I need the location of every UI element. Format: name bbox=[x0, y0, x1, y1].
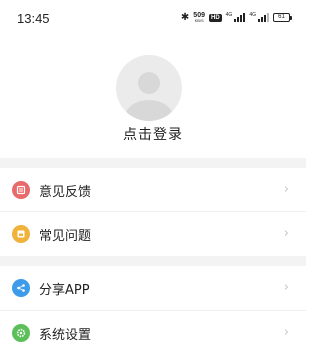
network-speed: 509 KB/S bbox=[193, 12, 205, 23]
status-bar: 13:45 ✱ 509 KB/S HD 4G 4G 61 bbox=[0, 0, 306, 36]
menu-item-settings[interactable]: 系统设置 › bbox=[0, 311, 306, 345]
chevron-right-icon: › bbox=[283, 325, 289, 340]
signal-strength-icon: 4G bbox=[226, 13, 246, 22]
avatar[interactable] bbox=[116, 55, 182, 121]
menu-item-label: 系统设置 bbox=[39, 327, 92, 343]
menu-item-faq[interactable]: 常见问题 › bbox=[0, 212, 306, 256]
chevron-right-icon: › bbox=[283, 280, 289, 295]
signal-strength-icon: 4G bbox=[249, 13, 269, 22]
network-type-label: 4G bbox=[225, 12, 233, 18]
bluetooth-icon: ✱ bbox=[180, 11, 190, 23]
default-user-icon bbox=[125, 72, 173, 121]
network-type-label: 4G bbox=[249, 12, 256, 18]
status-time: 13:45 bbox=[17, 11, 50, 26]
battery-level: 61 bbox=[273, 13, 290, 22]
chevron-right-icon: › bbox=[283, 226, 289, 241]
chevron-right-icon: › bbox=[283, 182, 289, 197]
menu-item-label: 分享APP bbox=[39, 282, 90, 298]
menu-item-feedback[interactable]: 意见反馈 › bbox=[0, 168, 306, 212]
faq-icon bbox=[12, 225, 30, 243]
feedback-icon bbox=[12, 181, 30, 199]
share-icon bbox=[12, 279, 30, 297]
network-speed-unit: KB/S bbox=[194, 18, 204, 23]
status-icons: ✱ 509 KB/S HD 4G 4G 61 bbox=[181, 12, 292, 23]
section-divider bbox=[0, 256, 306, 266]
menu-item-label: 意见反馈 bbox=[39, 184, 92, 200]
section-divider bbox=[0, 158, 306, 168]
login-link[interactable]: 点击登录 bbox=[0, 124, 306, 144]
menu-item-label: 常见问题 bbox=[39, 228, 92, 244]
settings-icon bbox=[12, 324, 30, 342]
battery-icon: 61 bbox=[273, 13, 292, 22]
hd-badge: HD bbox=[208, 13, 222, 22]
menu-item-share[interactable]: 分享APP › bbox=[0, 266, 306, 310]
